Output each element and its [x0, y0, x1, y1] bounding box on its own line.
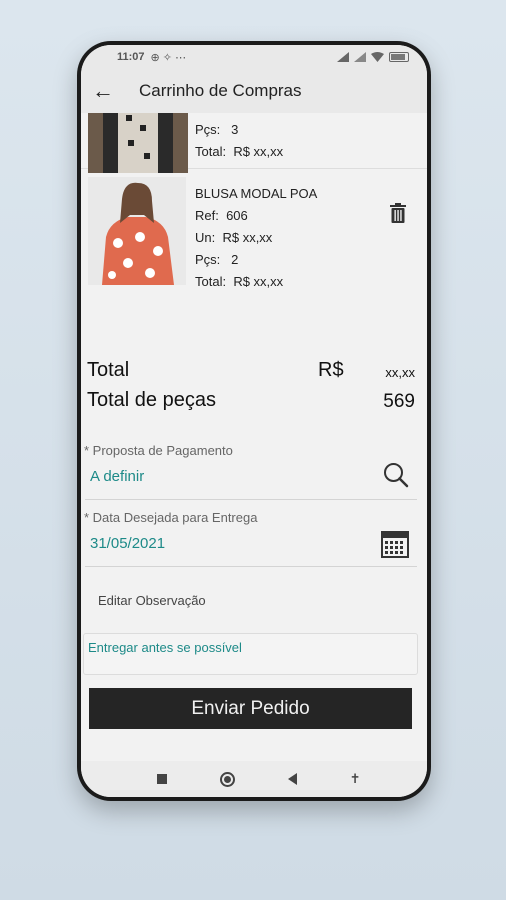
phone-frame: 11:07 ⊕ ✧ ⋯ ← Carrinho de Compras Pçs: 3… — [77, 41, 431, 801]
edit-observation-label[interactable]: Editar Observação — [98, 593, 206, 608]
total-row: Total R$ xx,xx — [85, 359, 415, 389]
delivery-value[interactable]: 31/05/2021 — [81, 535, 427, 552]
item-name: BLUSA MODAL POA — [195, 186, 318, 201]
app-bar: ← Carrinho de Compras — [81, 69, 427, 113]
delivery-date-field[interactable]: * Data Desejada para Entrega 31/05/2021 — [81, 510, 427, 567]
accessibility-icon[interactable]: ✝ — [350, 771, 361, 787]
item-pcs: Pçs: 3 — [195, 122, 239, 137]
item-info: Pçs: 3 Total: R$ xx,xx — [195, 119, 283, 163]
item-ref: Ref: 606 — [195, 208, 248, 223]
item-info: BLUSA MODAL POA Ref: 606 Un: R$ xx,xx Pç… — [195, 183, 317, 293]
status-time: 11:07 — [117, 51, 145, 63]
cart-content: Pçs: 3 Total: R$ xx,xx BLUSA MODAL POA R… — [81, 113, 427, 761]
search-icon[interactable] — [383, 462, 409, 493]
recents-icon[interactable] — [157, 774, 168, 784]
back-arrow-icon[interactable]: ← — [83, 78, 123, 104]
pieces-value: 569 — [383, 391, 415, 412]
delivery-divider — [85, 566, 417, 567]
page-title: Carrinho de Compras — [139, 81, 302, 100]
total-value: xx,xx — [385, 365, 415, 380]
home-icon[interactable] — [220, 771, 236, 787]
item-unit-price: Un: R$ xx,xx — [195, 230, 273, 245]
total-label: Total — [87, 359, 130, 381]
signal-icon — [337, 52, 349, 62]
payment-label: * Proposta de Pagamento — [84, 443, 233, 458]
wifi-icon — [371, 52, 384, 62]
back-nav-icon[interactable] — [287, 773, 297, 785]
status-bar: 11:07 ⊕ ✧ ⋯ — [81, 45, 427, 69]
payment-field[interactable]: * Proposta de Pagamento A definir — [81, 443, 427, 500]
trash-icon[interactable] — [389, 203, 407, 228]
item-total: Total: R$ xx,xx — [195, 144, 284, 159]
delivery-label: * Data Desejada para Entrega — [84, 510, 258, 525]
total-currency: R$ — [318, 359, 344, 381]
observation-field[interactable]: Entregar antes se possível — [83, 633, 418, 675]
payment-divider — [85, 499, 417, 500]
cart-item[interactable]: BLUSA MODAL POA Ref: 606 Un: R$ xx,xx Pç… — [81, 173, 427, 291]
pieces-label: Total de peças — [87, 389, 216, 411]
battery-icon — [389, 52, 409, 62]
item-pcs: Pçs: 2 — [195, 252, 239, 267]
order-totals: Total R$ xx,xx Total de peças 569 — [85, 359, 415, 419]
product-image — [88, 177, 186, 285]
system-icons — [337, 52, 409, 62]
signal2-icon — [354, 52, 366, 62]
calendar-icon[interactable] — [381, 530, 409, 563]
pieces-row: Total de peças 569 — [85, 389, 415, 419]
item-total: Total: R$ xx,xx — [195, 274, 284, 289]
send-order-button[interactable]: Enviar Pedido — [89, 688, 412, 729]
payment-value[interactable]: A definir — [81, 468, 427, 485]
product-image — [88, 113, 188, 173]
cart-item[interactable]: Pçs: 3 Total: R$ xx,xx — [81, 113, 427, 173]
screen: 11:07 ⊕ ✧ ⋯ ← Carrinho de Compras Pçs: 3… — [81, 45, 427, 797]
android-nav-bar: ✝ — [81, 761, 427, 797]
notification-icons: ⊕ ✧ ⋯ — [150, 51, 187, 64]
